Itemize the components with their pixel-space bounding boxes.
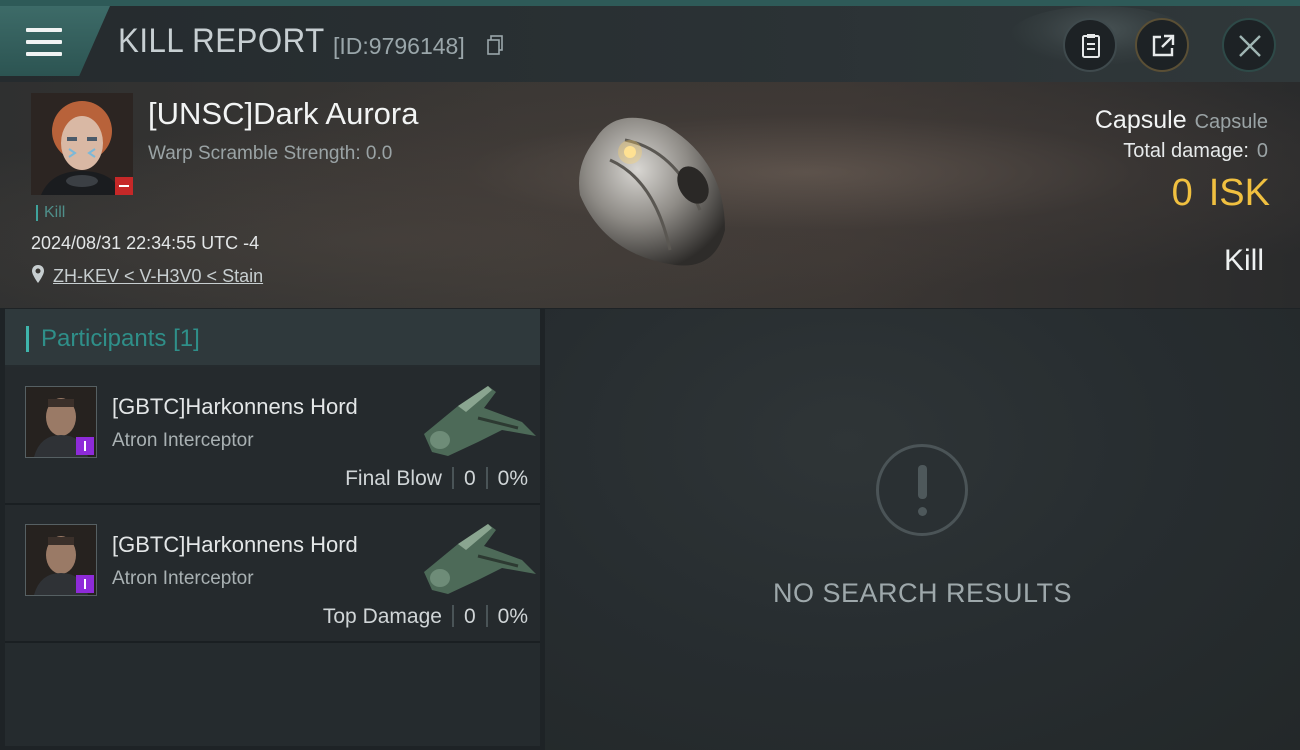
participants-count: [1] (173, 325, 200, 352)
isk-unit: ISK (1208, 172, 1270, 214)
participant-percent: 0% (497, 467, 528, 490)
result-label: Kill (1223, 244, 1264, 277)
kill-location-link[interactable]: ZH-KEV < V-H3V0 < Stain (53, 266, 263, 287)
ship-name: Capsule (1094, 106, 1187, 134)
page-title: KILL REPORT (118, 22, 325, 60)
clipboard-button[interactable] (1063, 18, 1117, 72)
participant-stats: Final Blow 0 0% (345, 467, 528, 491)
ship-type: Capsule (1194, 111, 1268, 133)
participant-role: Top Damage (322, 605, 442, 628)
report-id: [ID:9796148] (333, 33, 465, 59)
kill-datetime: 2024/08/31 22:34:55 UTC -4 (31, 233, 260, 253)
standing-badge (115, 177, 133, 195)
participants-label: Participants (41, 325, 167, 352)
participant-damage: 0 (463, 467, 476, 490)
participants-title: Participants [1] (26, 326, 200, 352)
total-damage-label: Total damage: (1123, 140, 1249, 162)
row-divider (5, 641, 540, 643)
corp-badge (76, 575, 94, 593)
participant-damage: 0 (463, 605, 476, 628)
participant-name[interactable]: [GBTC]Harkonnens Hord (112, 394, 358, 420)
isk-value: 0 ISK (1172, 172, 1270, 215)
corp-badge (76, 437, 94, 455)
participant-ship: Atron Interceptor (112, 568, 254, 589)
participant-stats: Top Damage 0 0% (323, 605, 528, 629)
total-damage-value: 0 (1256, 140, 1268, 162)
participant-ship-image (424, 524, 536, 594)
participant-name[interactable]: [GBTC]Harkonnens Hord (112, 532, 358, 558)
no-results-message: NO SEARCH RESULTS (772, 578, 1073, 608)
total-damage: Total damage: 0 (1123, 140, 1268, 163)
participant-ship-image (424, 386, 536, 456)
participant-role: Final Blow (345, 467, 442, 490)
victim-name[interactable]: [UNSC]Dark Aurora (148, 96, 418, 132)
share-icon (1152, 34, 1175, 57)
isk-amount: 0 (1171, 172, 1193, 214)
close-icon (1239, 35, 1261, 57)
alert-icon (876, 444, 968, 536)
close-button[interactable] (1222, 18, 1276, 72)
warp-scramble-strength: Warp Scramble Strength: 0.0 (148, 143, 393, 164)
victim-ship-class: Capsule Capsule (1095, 106, 1268, 135)
victim-ship-image (579, 117, 725, 266)
clipboard-icon (1082, 34, 1100, 58)
map-pin-icon (32, 265, 44, 283)
participant-ship: Atron Interceptor (112, 430, 254, 451)
copy-icon[interactable] (487, 35, 503, 55)
kill-tag: Kill (36, 205, 65, 221)
menu-icon (26, 28, 62, 56)
share-button[interactable] (1135, 18, 1189, 72)
participant-percent: 0% (497, 605, 528, 628)
